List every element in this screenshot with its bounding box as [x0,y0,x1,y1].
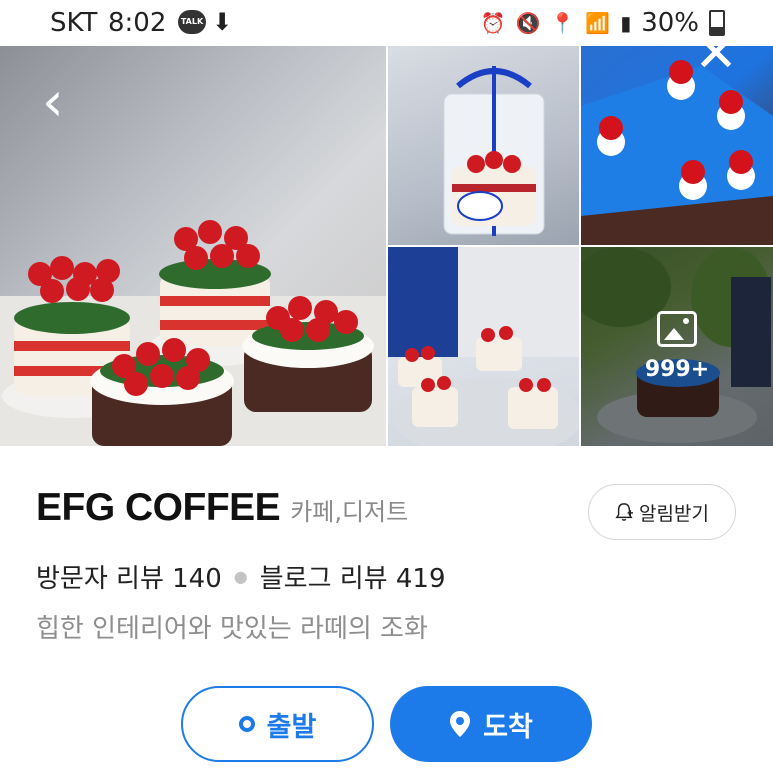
visitor-reviews-link[interactable]: 방문자 리뷰 140 [36,558,222,595]
depart-label: 출발 [266,711,317,743]
gallery-photo-2[interactable]: ✕ [581,46,773,245]
download-icon: ⬇ [212,8,233,36]
bell-plus-icon [615,503,634,521]
review-summary: 방문자 리뷰 140 ● 블로그 리뷰 419 [36,558,446,595]
battery-icon [709,10,725,36]
more-photos-button[interactable]: 999+ [581,247,773,446]
arrive-label: 도착 [483,711,533,743]
image-icon [657,311,697,347]
close-icon[interactable]: ✕ [692,46,740,80]
separator-dot: ● [233,567,248,586]
main-photo[interactable]: ‹ [0,46,386,446]
status-icons: ⏰ 🔇 📍 📶 ▮ 30% [481,8,725,38]
gallery-photo-3[interactable] [388,247,579,446]
location-pin-icon [450,711,471,737]
place-description: 힙한 인테리어와 맛있는 라떼의 조화 [36,614,428,644]
blog-reviews-link[interactable]: 블로그 리뷰 419 [260,558,446,595]
more-photos-count: 999+ [644,357,710,382]
talk-icon: TALK [178,10,206,34]
battery-label: 30% [641,8,699,38]
arrive-button[interactable]: 도착 [390,686,592,762]
notify-button[interactable]: 알림받기 [588,484,736,540]
alarm-icon: ⏰ [480,11,506,35]
notify-label: 알림받기 [639,502,709,525]
location-icon: 📍 [550,11,576,35]
place-name: EFG COFFEE [36,486,281,529]
wifi-icon: 📶 [585,11,611,35]
mute-icon: 🔇 [515,11,541,35]
place-header: EFG COFFEE 카페,디저트 [36,486,408,530]
place-category: 카페,디저트 [290,498,409,526]
signal-icon: ▮ [620,11,632,35]
photo-gallery: ‹ ✕ 999+ [0,46,773,446]
status-bar: SKT 8:02 TALK ⬇ ⏰ 🔇 📍 📶 ▮ 30% [0,0,773,46]
gallery-photo-1[interactable] [388,46,579,245]
back-icon[interactable]: ‹ [42,74,82,134]
depart-button[interactable]: 출발 [181,686,374,762]
carrier-label: SKT [50,8,98,38]
clock: 8:02 [108,8,167,38]
origin-dot-icon [238,716,255,732]
